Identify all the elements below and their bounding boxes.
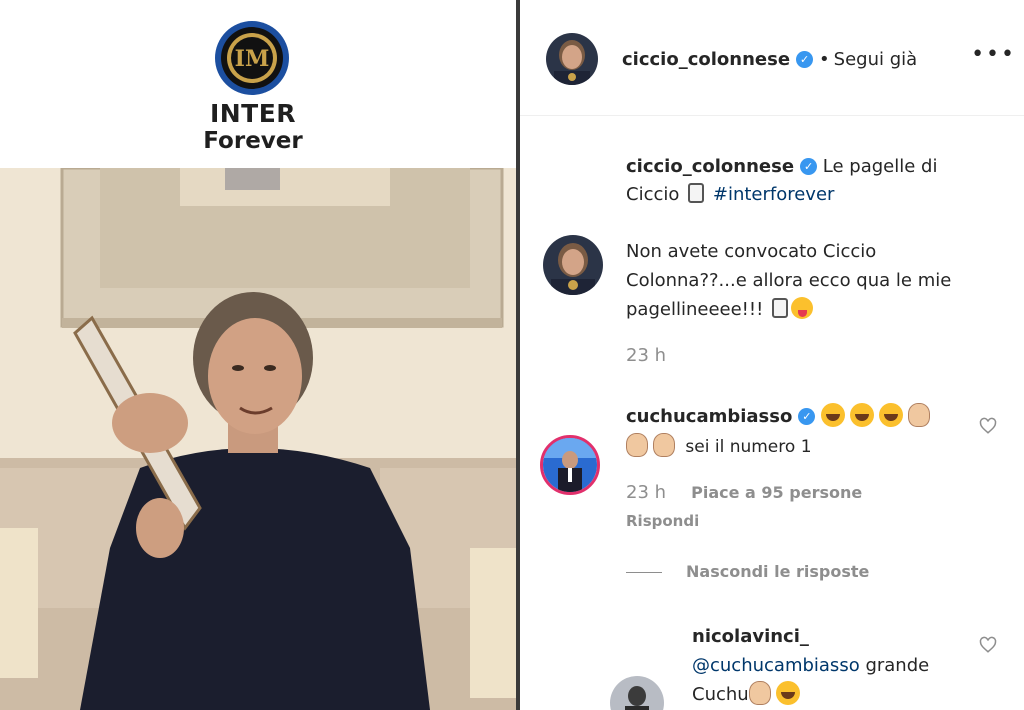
hide-replies-button[interactable]: Nascondi le risposte <box>626 562 869 581</box>
reply-text-line2: Cuchu <box>692 684 749 705</box>
post-header: ciccio_colonnese ✓ • Segui già ••• <box>520 0 1024 116</box>
clap-emoji-icon <box>626 433 648 457</box>
user-avatar-icon <box>546 33 598 85</box>
laughing-emoji-icon <box>849 403 874 427</box>
hide-replies-label: Nascondi le risposte <box>686 562 870 581</box>
svg-text:IM: IM <box>235 46 270 72</box>
tongue-emoji-icon <box>791 297 814 319</box>
user-avatar-icon <box>610 676 664 710</box>
laughing-emoji-icon <box>775 681 800 705</box>
media-brand-header: IM INTER Forever <box>0 0 516 168</box>
video-frame-image <box>0 168 516 710</box>
clap-emoji-icon <box>653 433 675 457</box>
clipboard-emoji-icon <box>772 298 789 318</box>
verified-badge-icon: ✓ <box>800 158 818 175</box>
laughing-emoji-icon <box>820 403 845 427</box>
avatar[interactable] <box>543 235 603 295</box>
verified-badge-icon: ✓ <box>796 51 814 68</box>
clap-emoji-icon <box>907 403 930 427</box>
like-heart-icon[interactable] <box>979 417 997 435</box>
laughing-emoji-icon <box>878 403 903 427</box>
hide-replies-line <box>626 572 662 573</box>
follow-button[interactable]: Segui già <box>834 49 918 70</box>
avatar[interactable] <box>546 33 598 85</box>
clipboard-emoji-icon <box>688 183 705 203</box>
post-caption: ciccio_colonnese ✓ Le pagelle di Ciccio #… <box>626 153 966 209</box>
comment-meta: 23 h Piace a 95 persone <box>626 482 862 503</box>
post-media[interactable]: IM INTER Forever <box>0 0 516 710</box>
comment: cuchucambiasso ✓ sei il numero 1 <box>626 402 966 462</box>
post-body: Non avete convocato Ciccio Colonna??...e… <box>626 237 996 324</box>
reply-button[interactable]: Rispondi <box>626 512 699 530</box>
comment-likes[interactable]: Piace a 95 persone <box>691 483 862 502</box>
brand-subtitle: Forever <box>203 128 303 154</box>
more-options-icon[interactable]: ••• <box>971 42 1016 67</box>
clap-emoji-icon <box>748 681 771 705</box>
like-heart-icon[interactable] <box>979 636 997 654</box>
post-text: Non avete convocato Ciccio Colonna??...e… <box>626 241 952 320</box>
user-avatar-icon <box>543 438 597 492</box>
reply-username[interactable]: nicolavinci_ <box>692 626 809 647</box>
inter-crest-icon: IM <box>215 21 289 95</box>
follow-separator: • <box>819 49 830 70</box>
avatar[interactable] <box>610 676 664 710</box>
caption-hashtag[interactable]: #interforever <box>713 184 835 205</box>
avatar[interactable] <box>540 435 600 495</box>
reply-text: grande <box>865 655 930 676</box>
comment-text: sei il numero 1 <box>685 437 812 457</box>
comment-timestamp[interactable]: 23 h <box>626 482 666 503</box>
caption-username[interactable]: ciccio_colonnese <box>626 156 794 177</box>
header-username[interactable]: ciccio_colonnese <box>622 49 790 70</box>
reply-comment: nicolavinci_ @cuchucambiasso grande Cuch… <box>692 622 982 709</box>
verified-badge-icon: ✓ <box>798 408 816 425</box>
header-user-row: ciccio_colonnese ✓ • Segui già <box>622 49 917 70</box>
brand-title: INTER <box>209 99 297 128</box>
reply-mention[interactable]: @cuchucambiasso <box>692 655 860 676</box>
comments-panel: ciccio_colonnese ✓ • Segui già ••• ciccio_c… <box>520 0 1024 710</box>
comment-username[interactable]: cuchucambiasso <box>626 406 792 427</box>
post-timestamp[interactable]: 23 h <box>626 345 666 366</box>
user-avatar-icon <box>543 235 603 295</box>
